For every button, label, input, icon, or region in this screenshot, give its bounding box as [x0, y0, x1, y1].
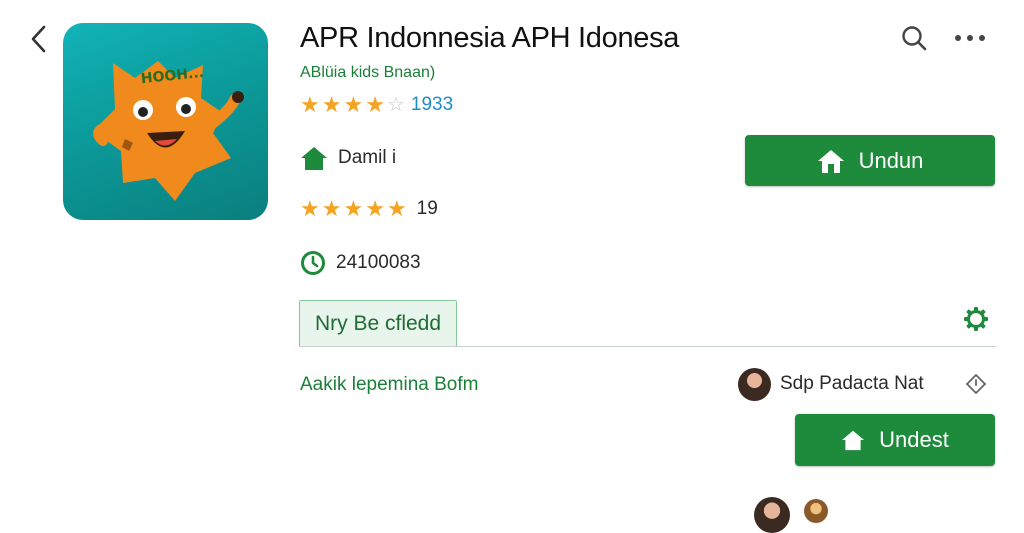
mascot-icon: HOOH...: [93, 61, 244, 201]
app-title: APR Indonnesia APH Idonesa: [300, 22, 680, 54]
home-icon: [842, 430, 865, 451]
diamond-icon: [965, 373, 987, 395]
chevron-left-icon: [31, 25, 46, 53]
category-label: Damil i: [338, 147, 397, 168]
diamond-button[interactable]: [964, 372, 988, 396]
avatar: [754, 497, 790, 533]
settings-button[interactable]: [962, 305, 990, 333]
author-name: Sdp Padacta Nat: [780, 373, 924, 394]
back-button[interactable]: [22, 22, 54, 56]
update-label: Undest: [879, 427, 949, 452]
star-icon: ★: [343, 196, 364, 221]
tag-chip[interactable]: Nry Be cfledd: [299, 300, 457, 347]
star-icon: ★: [300, 92, 320, 117]
review-row: ★ ★ ★ ★ ★ 19: [300, 198, 438, 220]
developer-link[interactable]: ABlüia kids Bnaan): [300, 64, 435, 82]
review-stars: ★ ★ ★ ★ ★: [300, 198, 407, 220]
star-icon: ★: [365, 196, 385, 221]
star-icon: ★: [386, 196, 407, 221]
star-icon: ★: [321, 196, 342, 221]
more-horizontal-icon: [955, 35, 985, 41]
review-value: 19: [416, 198, 438, 219]
install-button[interactable]: Undun: [745, 135, 995, 186]
downloads-count: 24100083: [336, 252, 421, 273]
more-options-button[interactable]: [952, 20, 988, 56]
downloads-row: 24100083: [300, 250, 421, 276]
section-link[interactable]: Aakik lepemina Bofm: [300, 374, 478, 396]
update-button[interactable]: Undest: [795, 414, 995, 466]
star-empty-icon: ☆: [386, 94, 405, 116]
search-icon: [902, 26, 927, 51]
install-label: Undun: [858, 147, 924, 173]
star-icon: ★: [365, 92, 385, 117]
avatar: [738, 368, 771, 401]
search-button[interactable]: [896, 20, 932, 56]
star-icon: ★: [343, 92, 364, 117]
rating-count: 1933: [410, 94, 454, 115]
avatar: [804, 499, 828, 523]
star-icon: ★: [321, 92, 342, 117]
star-icon: ★: [300, 196, 320, 221]
rating-row: ★ ★ ★ ★ ☆ 1933: [300, 92, 454, 117]
gear-icon: [964, 307, 988, 331]
divider: [299, 346, 996, 347]
home-icon: [817, 149, 844, 173]
app-icon: HOOH...: [63, 23, 268, 220]
category-row: Damil i: [300, 145, 396, 171]
clock-icon: [301, 251, 325, 275]
home-icon: [301, 147, 327, 170]
